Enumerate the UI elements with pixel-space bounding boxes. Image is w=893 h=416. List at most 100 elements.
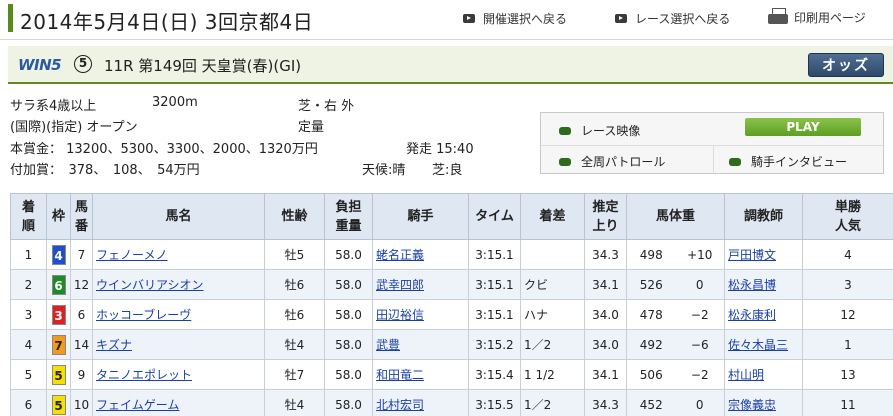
waku-cell: 5 bbox=[46, 359, 71, 390]
waku-cell: 4 bbox=[46, 239, 71, 270]
weight-cell: 58.0 bbox=[324, 239, 373, 270]
race-video-link[interactable]: レース映像 bbox=[559, 122, 640, 139]
media-panel: レース映像 PLAY 全周パトロール 騎手インタビュー bbox=[540, 112, 884, 174]
body-weight-cell: 498 +10 bbox=[626, 239, 725, 270]
race-distance: 3200m bbox=[152, 95, 198, 110]
weight-cell: 58.0 bbox=[324, 299, 373, 330]
time-cell: 3:15.5 bbox=[468, 389, 521, 416]
body-weight-cell: 526 0 bbox=[626, 269, 725, 300]
horse-name-link[interactable]: キズナ bbox=[92, 329, 265, 360]
race-condition: サラ系4歳以上 bbox=[10, 99, 97, 114]
video-icon bbox=[729, 157, 741, 166]
horse-name-link[interactable]: フェノーメノ bbox=[92, 239, 265, 270]
popularity-cell: 1 bbox=[802, 329, 893, 360]
arrow-button-icon bbox=[615, 14, 627, 23]
win5-logo: WIN5 bbox=[18, 56, 62, 74]
jockey-interview-label: 騎手インタビュー bbox=[751, 155, 848, 169]
body-weight-diff: 0 bbox=[695, 397, 704, 412]
col-umaban: 馬番 bbox=[70, 193, 93, 240]
jockey-link[interactable]: 北村宏司 bbox=[372, 389, 469, 416]
col-horse: 馬名 bbox=[92, 193, 265, 240]
table-row: 6 5 10 フェイムゲーム 牡4 58.0 北村宏司 3:15.5 1／2 34.3 452 0 宗像… bbox=[10, 389, 893, 416]
arrow-button-icon bbox=[463, 14, 475, 23]
sexage-cell: 牡6 bbox=[264, 299, 325, 330]
table-row: 4 7 14 キズナ 牡4 58.0 武豊 3:15.2 1／2 34.0 492 −6 佐々木晶三 1 bbox=[10, 329, 893, 360]
umaban-cell: 7 bbox=[70, 239, 93, 270]
time-cell: 3:15.1 bbox=[468, 269, 521, 300]
waku-badge: 5 bbox=[51, 394, 66, 415]
agari-cell: 34.3 bbox=[584, 239, 627, 270]
jockey-link[interactable]: 田辺裕信 bbox=[372, 299, 469, 330]
col-agari: 推定 上り bbox=[584, 193, 627, 240]
rank-cell: 4 bbox=[10, 329, 47, 360]
body-weight: 452 bbox=[639, 397, 663, 412]
jockey-interview-link[interactable]: 騎手インタビュー bbox=[729, 153, 847, 170]
table-row: 2 6 12 ウインバリアシオン 牡6 58.0 武幸四郎 3:15.1 クビ 34.1 526 0 松… bbox=[10, 269, 893, 300]
win5-leg-number: 5 bbox=[78, 56, 88, 70]
horse-name-link[interactable]: タニノエポレット bbox=[92, 359, 265, 390]
table-row: 1 4 7 フェノーメノ 牡5 58.0 蛯名正義 3:15.1 34.3 498 +10 戸田博文 4 bbox=[10, 239, 893, 270]
trainer-link[interactable]: 戸田博文 bbox=[724, 239, 803, 270]
horse-name-link[interactable]: ホッコーブレーヴ bbox=[92, 299, 265, 330]
video-icon bbox=[559, 126, 571, 135]
odds-button[interactable]: オッズ bbox=[808, 53, 884, 77]
table-row: 5 5 9 タニノエポレット 牡7 58.0 和田竜二 3:15.4 1 1/2 34.1 506 −… bbox=[10, 359, 893, 390]
margin-cell: 1／2 bbox=[520, 389, 585, 416]
umaban-cell: 9 bbox=[70, 359, 93, 390]
play-button[interactable]: PLAY bbox=[745, 118, 861, 136]
race-video-label: レース映像 bbox=[581, 124, 641, 138]
back-to-race-label: レース選択へ戻る bbox=[635, 12, 731, 26]
page-title: 2014年5月4日(日) 3回京都4日 bbox=[20, 10, 314, 34]
body-weight-cell: 492 −6 bbox=[626, 329, 725, 360]
waku-badge: 6 bbox=[51, 274, 66, 295]
trainer-link[interactable]: 宗像義忠 bbox=[724, 389, 803, 416]
trainer-link[interactable]: 松永昌博 bbox=[724, 269, 803, 300]
time-cell: 3:15.2 bbox=[468, 329, 521, 360]
jockey-link[interactable]: 武幸四郎 bbox=[372, 269, 469, 300]
rank-cell: 1 bbox=[10, 239, 47, 270]
col-sexage: 性齢 bbox=[264, 193, 325, 240]
popularity-cell: 4 bbox=[802, 239, 893, 270]
jockey-link[interactable]: 和田竜二 bbox=[372, 359, 469, 390]
print-page-link[interactable]: 印刷用ページ bbox=[768, 8, 866, 26]
weight-cell: 58.0 bbox=[324, 389, 373, 416]
back-to-race-link[interactable]: レース選択へ戻る bbox=[615, 10, 730, 27]
waku-cell: 5 bbox=[46, 389, 71, 416]
body-weight: 478 bbox=[639, 307, 663, 322]
col-jockey: 騎手 bbox=[372, 193, 469, 240]
weight-cell: 58.0 bbox=[324, 359, 373, 390]
race-prize: 本賞金： 13200、5300、3300、2000、1320万円 bbox=[10, 142, 318, 157]
jockey-link[interactable]: 蛯名正義 bbox=[372, 239, 469, 270]
trainer-link[interactable]: 村山明 bbox=[724, 359, 803, 390]
race-weather: 天候:晴 bbox=[362, 163, 406, 178]
horse-name-link[interactable]: フェイムゲーム bbox=[92, 389, 265, 416]
race-title: 11R 第149回 天皇賞(春)(GI) bbox=[104, 57, 302, 75]
margin-cell: 1／2 bbox=[520, 329, 585, 360]
agari-cell: 34.1 bbox=[584, 269, 627, 300]
margin-cell bbox=[520, 239, 585, 270]
body-weight-diff: +10 bbox=[687, 247, 713, 262]
body-weight: 498 bbox=[639, 247, 663, 262]
rank-cell: 5 bbox=[10, 359, 47, 390]
race-start-time: 発走 15:40 bbox=[406, 142, 474, 157]
patrol-video-link[interactable]: 全周パトロール bbox=[559, 153, 665, 170]
horse-name-link[interactable]: ウインバリアシオン bbox=[92, 269, 265, 300]
video-icon bbox=[559, 157, 571, 166]
sexage-cell: 牡5 bbox=[264, 239, 325, 270]
body-weight-cell: 478 −2 bbox=[626, 299, 725, 330]
col-rank: 着順 bbox=[10, 193, 47, 240]
jockey-link[interactable]: 武豊 bbox=[372, 329, 469, 360]
back-to-meeting-label: 開催選択へ戻る bbox=[483, 12, 568, 26]
rank-cell: 2 bbox=[10, 269, 47, 300]
waku-cell: 6 bbox=[46, 269, 71, 300]
col-margin: 着差 bbox=[520, 193, 585, 240]
media-row-video: レース映像 PLAY bbox=[541, 115, 883, 145]
trainer-link[interactable]: 松永康利 bbox=[724, 299, 803, 330]
table-header-row: 着順 枠 馬番 馬名 性齢 負担 重量 騎手 タイム 着差 推定 上り 馬体重 調教… bbox=[10, 193, 893, 240]
waku-badge: 4 bbox=[51, 244, 66, 265]
trainer-link[interactable]: 佐々木晶三 bbox=[724, 329, 803, 360]
agari-cell: 34.0 bbox=[584, 329, 627, 360]
sexage-cell: 牡7 bbox=[264, 359, 325, 390]
rank-cell: 3 bbox=[10, 299, 47, 330]
back-to-meeting-link[interactable]: 開催選択へ戻る bbox=[463, 10, 567, 27]
